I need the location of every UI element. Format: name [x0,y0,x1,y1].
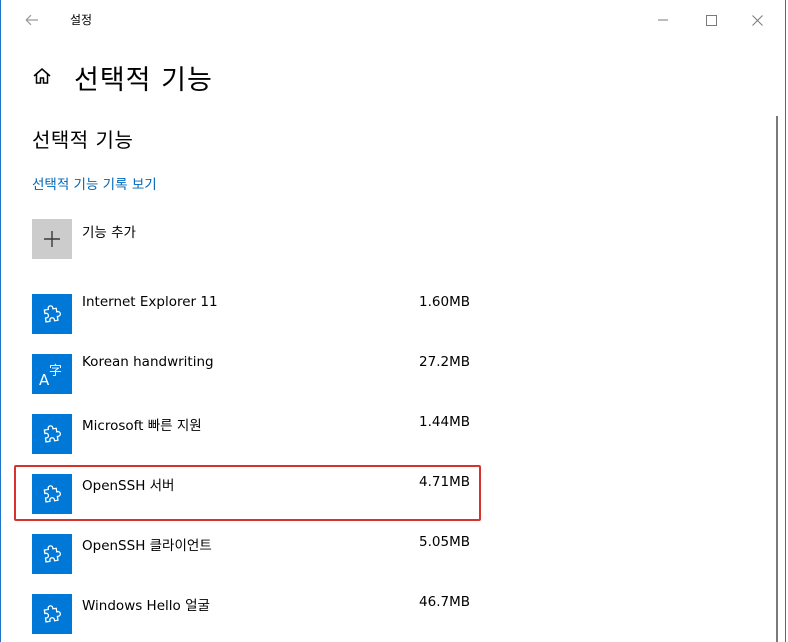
close-icon [751,14,763,26]
plus-icon [44,231,60,247]
puzzle-icon [43,305,61,323]
title-bar: 설정 [0,0,788,40]
back-button[interactable] [18,8,46,32]
vertical-scrollbar[interactable] [776,116,778,642]
language-icon: A 字 [39,364,62,389]
feature-tile: A 字 [32,354,72,394]
back-arrow-icon [25,14,38,26]
selection-highlight-box [14,465,481,521]
minimize-button[interactable] [640,0,686,40]
feature-tile [32,414,72,454]
feature-name: OpenSSH 클라이언트 [82,538,212,554]
feature-item[interactable]: Windows Hello 얼굴 46.7MB [32,594,472,636]
add-feature-label: 기능 추가 [82,225,136,241]
feature-item[interactable]: Internet Explorer 11 1.60MB [32,294,472,336]
feature-name: Korean handwriting [82,354,214,370]
feature-item[interactable]: Microsoft 빠른 지원 1.44MB [32,414,472,456]
feature-name: Internet Explorer 11 [82,294,218,310]
feature-size: 46.7MB [419,594,470,610]
add-feature-button[interactable]: 기능 추가 [32,219,332,261]
app-title: 설정 [70,13,93,27]
svg-text:字: 字 [49,364,62,379]
feature-size: 27.2MB [419,354,470,370]
feature-tile [32,594,72,634]
feature-name: Microsoft 빠른 지원 [82,418,202,434]
feature-name: Windows Hello 얼굴 [82,598,210,614]
puzzle-icon [43,425,61,443]
view-history-link[interactable]: 선택적 기능 기록 보기 [32,173,157,193]
feature-size: 1.44MB [419,414,470,430]
add-feature-tile [32,219,72,259]
puzzle-icon [43,545,61,563]
feature-item[interactable]: OpenSSH 클라이언트 5.05MB [32,534,472,576]
feature-size: 1.60MB [419,294,470,310]
maximize-icon [705,14,717,26]
close-button[interactable] [734,0,780,40]
feature-size: 5.05MB [419,534,470,550]
page-title: 선택적 기능 [74,65,213,96]
minimize-icon [658,19,668,21]
maximize-button[interactable] [688,0,734,40]
feature-tile [32,294,72,334]
feature-item[interactable]: A 字 Korean handwriting 27.2MB [32,354,472,396]
puzzle-icon [43,605,61,623]
section-title: 선택적 기능 [32,128,134,152]
feature-tile [32,534,72,574]
home-icon[interactable] [30,64,54,88]
